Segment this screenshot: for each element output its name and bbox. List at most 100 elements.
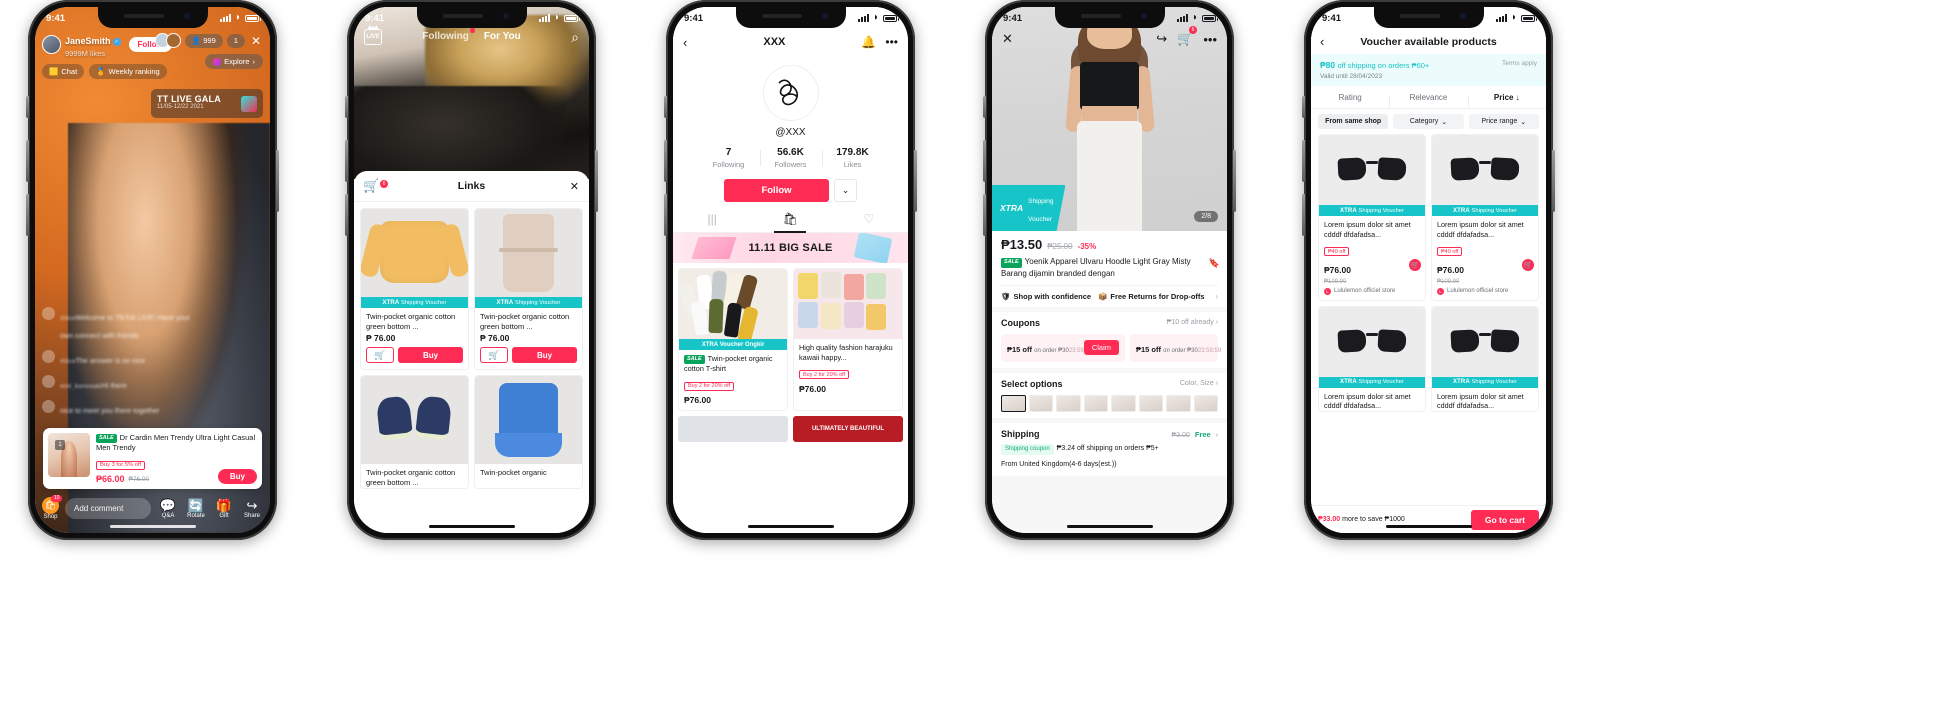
live-bottom-bar: 🛍 10 Shop Add comment 💬 Q&A 🔄 Rotate 🎁 Gift ↪… [35,493,270,523]
tab-shop[interactable]: 🛍 [751,212,829,232]
option-thumb[interactable] [1028,394,1053,412]
back-icon[interactable]: ‹ [683,35,687,50]
product-name: High quality fashion harajuku kawaii hap… [799,343,893,362]
live-gala-banner[interactable]: TT LIVE GALA 11/05-12/22 2021 [151,89,263,118]
list-item[interactable]: XTRA Shipping Voucher Lorem ipsum dolor … [1431,134,1539,301]
shop-with-confidence[interactable]: 🛡 Shop with confidence [1001,292,1091,301]
sort-relevance[interactable]: Relevance [1389,93,1467,107]
gift-button[interactable]: 🎁 Gift [213,498,235,519]
buy-button[interactable]: Buy [398,347,463,364]
back-icon[interactable]: ‹ [1320,34,1324,49]
viewer-more[interactable]: 1 [226,33,245,48]
tab-for-you[interactable]: For You [484,31,521,42]
voucher-bar: XTRA Shipping Voucher [361,297,468,308]
pdp-top-bar: ✕ ↪ 🛒 6 ••• [992,26,1227,47]
search-icon[interactable]: ⌕ [571,29,579,46]
list-item[interactable]: XTRA Shipping Voucher Lorem ipsum dolor … [1431,305,1539,413]
shield-icon: 🛡 [1001,291,1011,301]
store-name[interactable]: L Lululemon officiel store [1432,285,1538,300]
list-item[interactable]: XTRA Shipping Voucher Twin-pocket organi… [474,208,583,371]
coupon-timer: 23:59:59 [1197,347,1222,354]
chevron-right-icon[interactable]: › [1216,432,1218,439]
store-name[interactable]: L Lululemon officiel store [1319,285,1425,300]
option-thumb[interactable] [1056,394,1081,412]
option-thumb[interactable] [1083,394,1108,412]
option-thumb[interactable] [1166,394,1191,412]
add-to-cart-button[interactable]: 🛒 [1409,258,1421,271]
follow-button[interactable]: Follow [724,179,829,202]
bookmark-icon[interactable]: 🔖 [1209,257,1220,270]
claim-button[interactable]: Claim [1083,340,1119,356]
bell-icon[interactable]: 🔔 [861,35,876,49]
list-item[interactable]: XTRA Shipping Voucher Lorem ipsum dolor … [1318,305,1426,413]
pdp-shipping-section: Shipping ₱3.00 Free › Shipping coupon ₱3.24… [992,422,1227,476]
terms-link[interactable]: Terms apply [1502,60,1537,67]
option-thumb[interactable] [1111,394,1136,412]
add-to-cart-button[interactable]: 🛒 [1522,258,1534,271]
rotate-button[interactable]: 🔄 Rotate [185,498,207,519]
more-icon[interactable]: ••• [1203,32,1217,47]
filter-from-same-shop[interactable]: From same shop [1318,114,1389,129]
stat-likes[interactable]: 179.8K Likes [821,147,884,169]
coupons-summary[interactable]: ₱10 off already › [1167,319,1218,326]
comment-input[interactable]: Add comment [65,497,151,519]
live-chat-list[interactable]: AliceWelcome to TikTok LIVE! Have your o… [42,307,192,425]
option-thumb[interactable] [1001,394,1026,412]
qa-button[interactable]: 💬 Q&A [157,498,179,519]
cart-icon[interactable]: 🛒 6 [363,178,388,194]
list-item[interactable]: XTRA Voucher Ongkir SALE Twin-pocket orga… [678,268,788,412]
tab-following[interactable]: Following [422,28,475,42]
option-thumb[interactable] [1138,394,1163,412]
phone-2-links: 9:41 ◗ LIVE Following For You ⌕ 🛒 6 Links… [345,0,598,540]
free-returns[interactable]: 📦 Free Returns for Drop-offs [1098,292,1205,301]
chevron-right-icon[interactable]: › [1215,292,1218,301]
filter-category[interactable]: Category ⌄ [1393,114,1464,129]
viewer-avatars[interactable] [154,33,181,48]
close-icon[interactable]: ✕ [249,35,263,47]
filter-price-range[interactable]: Price range ⌄ [1468,114,1539,129]
option-thumb[interactable] [1193,394,1218,412]
list-item[interactable]: Twin-pocket organic cotton green bottom … [360,375,469,490]
explore-button[interactable]: Explore › [205,54,263,69]
buy-button[interactable]: Buy [512,347,577,364]
add-to-cart-button[interactable]: 🛒 [480,347,508,364]
close-icon[interactable]: ✕ [1002,31,1013,47]
sale-banner[interactable]: 11.11 BIG SALE [673,233,908,263]
list-item[interactable]: XTRA Shipping Voucher Twin-pocket organi… [360,208,469,371]
stat-followers[interactable]: 56.6K Followers [759,147,822,169]
pdp-price-section: ₱13.50 ₱25.00 -35% SALE Yoenik Apparel Ul… [992,231,1227,307]
go-to-cart-button[interactable]: Go to cart [1470,509,1539,530]
avatar[interactable] [762,65,819,121]
buy-button[interactable]: Buy [217,469,257,484]
options-summary[interactable]: Color, Size › [1180,380,1218,387]
stat-following[interactable]: 7 Following [698,147,760,169]
tab-videos[interactable]: ||| [673,212,751,232]
tab-private[interactable]: ♡ [830,212,908,232]
close-icon[interactable]: ✕ [570,180,579,193]
list-item[interactable]: High quality fashion harajuku kawaii hap… [793,268,903,412]
add-to-cart-button[interactable]: 🛒 [366,347,394,364]
share-button[interactable]: ↪ Share [241,498,263,519]
chip-chat[interactable]: 🟨 Chat [42,64,85,79]
live-badge-icon[interactable]: LIVE [364,29,382,45]
voucher-banner[interactable]: Terms apply ₱80 off shipping on orders ₱… [1311,54,1546,86]
chat-message: emi_korosakiHi there [42,375,192,393]
list-item[interactable]: Twin-pocket organic [474,375,583,490]
chat-icon: 🟨 [49,67,59,76]
coupon-card[interactable]: ₱15 off on order ₱3023:59:59 Claim [1001,333,1125,362]
live-top-right: 👤 999 1 ✕ Explore › [154,33,263,69]
list-item[interactable]: ULTIMATELY BEAUTIFUL [793,416,903,443]
more-icon[interactable]: ••• [885,35,898,49]
gala-logo-icon [241,95,257,112]
list-item[interactable]: XTRA Shipping Voucher Lorem ipsum dolor … [1318,134,1426,301]
sort-price[interactable]: Price ↓ [1467,93,1546,107]
coupon-card[interactable]: ₱15 off on order ₱3023:59:59 [1130,333,1222,362]
list-item[interactable] [678,416,788,443]
option-thumbnails[interactable] [1001,394,1218,412]
close-icon[interactable]: ✕ [247,434,254,443]
live-product-card[interactable]: 1 ✕ SALE Dr Cardin Men Trendy Ultra Light… [43,427,262,489]
chevron-down-icon[interactable]: ⌄ [834,179,857,202]
shop-button[interactable]: 🛍 10 Shop [42,494,62,520]
sort-rating[interactable]: Rating [1311,93,1389,102]
share-icon[interactable]: ↪ [1156,31,1167,47]
